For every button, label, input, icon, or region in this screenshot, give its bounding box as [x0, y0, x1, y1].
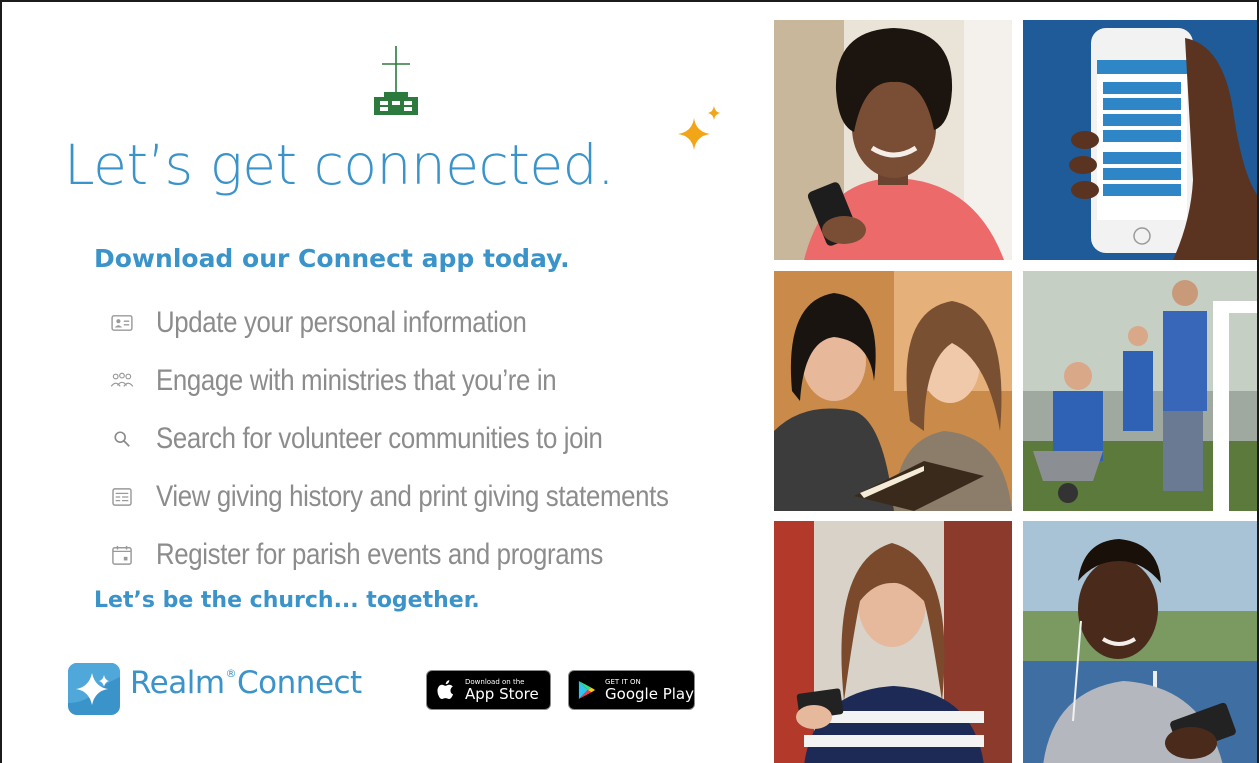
feature-text: View giving history and print giving sta… — [156, 480, 669, 513]
feature-item: Update your personal information — [110, 294, 752, 352]
calendar-icon — [110, 544, 134, 566]
id-card-icon — [110, 312, 134, 334]
photo-phone-calendar-app — [1023, 20, 1257, 260]
group-icon — [110, 370, 134, 392]
brand-name-part1: Realm — [130, 665, 225, 701]
feature-item: Search for volunteer communities to join — [110, 410, 752, 468]
registered-mark: ® — [225, 667, 237, 680]
headline: Let’s get connected. — [64, 133, 615, 197]
search-icon — [110, 428, 134, 450]
tagline: Let’s be the church... together. — [94, 588, 480, 613]
feature-text: Engage with ministries that you’re in — [156, 364, 557, 397]
sparkle-icon — [676, 104, 726, 160]
feature-item: Engage with ministries that you’re in — [110, 352, 752, 410]
subhead: Download our Connect app today. — [94, 244, 570, 273]
photo-volunteers-working — [1023, 271, 1257, 511]
photo-woman-with-phone — [774, 20, 1012, 260]
photo-man-with-phone — [1023, 521, 1257, 763]
feature-text: Search for volunteer communities to join — [156, 422, 603, 455]
feature-text: Update your personal information — [156, 306, 527, 339]
realm-connect-wordmark: Realm®Connect — [130, 665, 362, 701]
google-play-icon — [573, 680, 601, 700]
feature-text: Register for parish events and programs — [156, 538, 603, 571]
brand-name-part2: Connect — [237, 665, 362, 701]
feature-item: Register for parish events and programs — [110, 526, 752, 584]
google-play-label: Google Play — [605, 684, 694, 703]
app-store-badge[interactable]: Download on the App Store — [426, 670, 551, 710]
photo-woman-texting — [774, 521, 1012, 763]
flyer: Let’s get connected. Download our Connec… — [0, 0, 1259, 763]
photo-women-reading-bible — [774, 271, 1012, 511]
feature-item: View giving history and print giving sta… — [110, 468, 752, 526]
app-store-label: App Store — [465, 684, 539, 703]
apple-icon — [431, 679, 461, 701]
church-logo — [370, 46, 422, 118]
realm-connect-app-icon — [68, 663, 120, 715]
feature-list: Update your personal information Engage … — [110, 294, 752, 584]
statement-icon — [110, 486, 134, 508]
google-play-badge[interactable]: GET IT ON Google Play — [568, 670, 695, 710]
